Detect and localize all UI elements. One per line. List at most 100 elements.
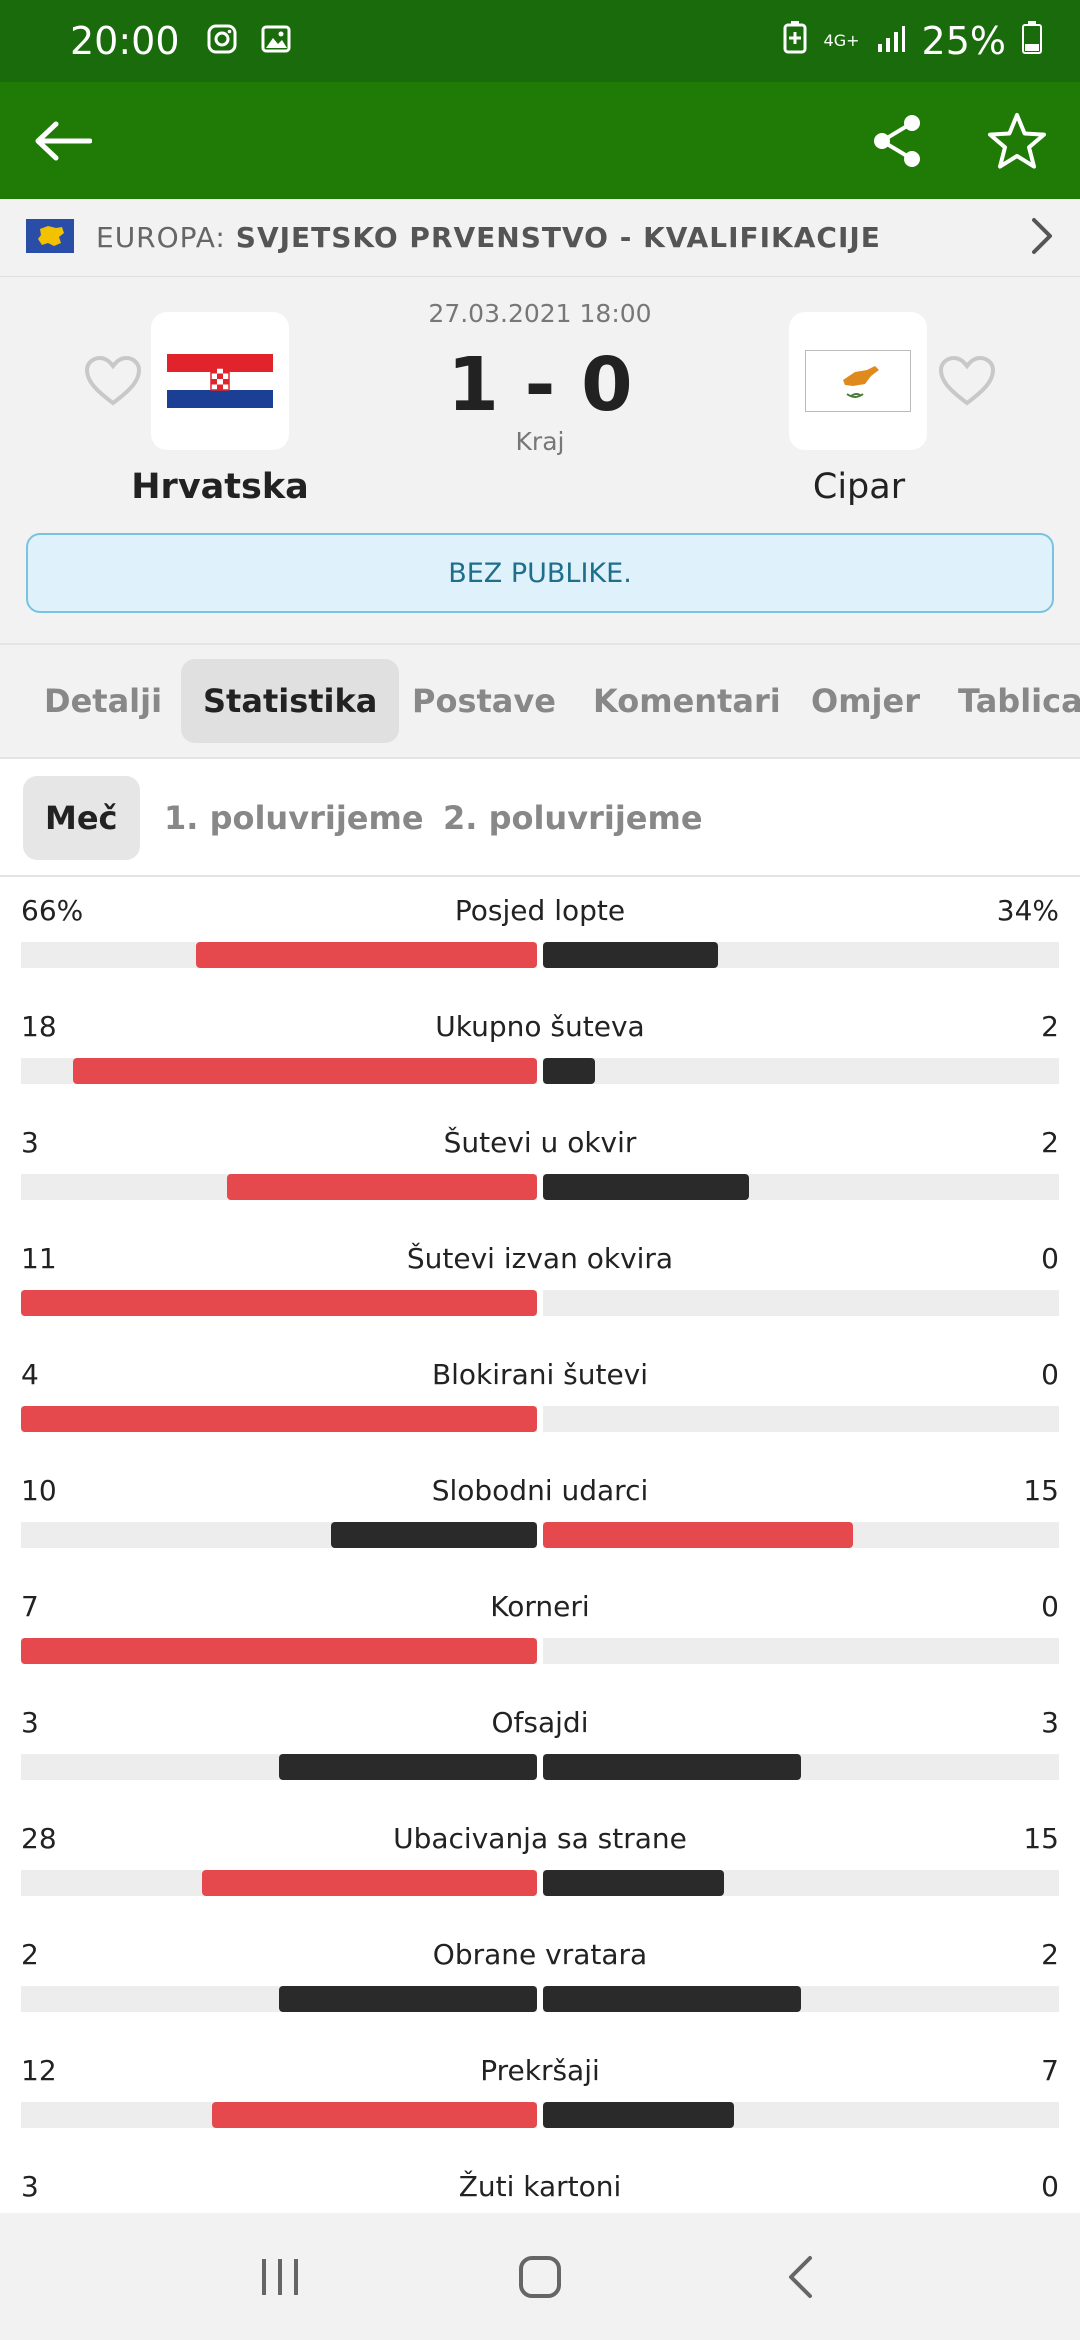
stat-home-value: 3: [21, 2170, 39, 2203]
stat-row: 3 Žuti kartoni 0: [0, 2154, 1080, 2213]
stat-away-bar-track: [543, 1522, 1059, 1548]
chevron-right-icon: [1030, 216, 1054, 260]
stat-row: 28 Ubacivanja sa strane 15: [0, 1806, 1080, 1922]
stat-row: 4 Blokirani šutevi 0: [0, 1342, 1080, 1458]
tab-details[interactable]: Detalji: [22, 659, 184, 743]
stat-row: 66% Posjed lopte 34%: [0, 878, 1080, 994]
stat-home-value: 11: [21, 1242, 57, 1275]
match-score: 1 - 0: [447, 342, 633, 428]
home-icon: [519, 2255, 561, 2298]
stat-label: Ubacivanja sa strane: [393, 1822, 687, 1855]
stat-home-bar: [279, 1986, 537, 2012]
stat-away-bar-track: [543, 1406, 1059, 1432]
battery-percent: 25%: [921, 19, 1006, 63]
back-chevron-icon: [789, 2255, 812, 2298]
stat-home-value: 3: [21, 1126, 39, 1159]
status-bar: 20:00 4G+ 25%: [0, 0, 1080, 82]
stat-home-bar: [202, 1870, 537, 1896]
stat-label: Žuti kartoni: [458, 2170, 622, 2203]
stat-home-value: 10: [21, 1474, 57, 1507]
share-button[interactable]: [862, 106, 932, 176]
tab-lineups[interactable]: Postave: [390, 659, 578, 743]
stat-home-value: 18: [21, 1010, 57, 1043]
stat-home-bar-track: [21, 1406, 537, 1432]
stat-label: Slobodni udarci: [431, 1474, 649, 1507]
subtab-second-half[interactable]: 2. poluvrijeme: [421, 776, 725, 860]
stat-away-bar-track: [543, 1754, 1059, 1780]
stat-label: Šutevi u okvir: [443, 1126, 637, 1159]
stat-away-value: 3: [1041, 1706, 1059, 1739]
star-icon: [988, 112, 1046, 169]
stat-home-bar-track: [21, 942, 537, 968]
stat-row: 3 Šutevi u okvir 2: [0, 1110, 1080, 1226]
stat-row: 2 Obrane vratara 2: [0, 1922, 1080, 2038]
home-team-logo[interactable]: [151, 312, 289, 450]
stat-away-bar-track: [543, 1174, 1059, 1200]
back-button[interactable]: [28, 106, 98, 176]
status-time: 20:00: [70, 19, 180, 63]
tab-table[interactable]: Tablica: [936, 659, 1080, 743]
stat-row: 7 Korneri 0: [0, 1574, 1080, 1690]
favorite-button[interactable]: [982, 106, 1052, 176]
stats-list: 66% Posjed lopte 34% 18 Ukupno šuteva 2 3 Šutev…: [0, 878, 1080, 2213]
app-bar: [0, 82, 1080, 199]
stat-away-value: 15: [1023, 1822, 1059, 1855]
competition-region: EUROPA:: [96, 221, 226, 254]
stat-label: Blokirani šutevi: [431, 1358, 649, 1391]
stat-home-bar: [196, 942, 537, 968]
stat-away-value: 0: [1041, 2170, 1059, 2203]
home-team-name[interactable]: Hrvatska: [100, 467, 340, 507]
stat-away-value: 2: [1041, 1126, 1059, 1159]
system-back-button[interactable]: [755, 2232, 845, 2322]
stat-home-bar-track: [21, 1522, 537, 1548]
tab-odds[interactable]: Omjer: [789, 659, 942, 743]
match-date: 27.03.2021 18:00: [428, 299, 652, 328]
stat-away-bar: [543, 2102, 734, 2128]
stat-away-value: 15: [1023, 1474, 1059, 1507]
stat-label: Obrane vratara: [432, 1938, 648, 1971]
stat-home-bar-track: [21, 1174, 537, 1200]
away-favorite-heart-icon[interactable]: [938, 355, 996, 411]
stat-home-bar-track: [21, 1986, 537, 2012]
arrow-left-icon: [35, 121, 92, 160]
match-header: Hrvatska 27.03.2021 18:00 1 - 0 Kraj Cip…: [0, 277, 1080, 643]
stat-away-value: 0: [1041, 1590, 1059, 1623]
away-team-logo[interactable]: [789, 312, 927, 450]
stat-away-bar: [543, 1754, 801, 1780]
stat-label: Šutevi izvan okvira: [406, 1242, 674, 1275]
home-button[interactable]: [495, 2232, 585, 2322]
stat-home-bar-track: [21, 1290, 537, 1316]
gallery-icon: [260, 23, 292, 59]
tab-statistics[interactable]: Statistika: [181, 659, 400, 743]
europe-flag-icon: [26, 218, 74, 257]
stat-away-bar-track: [543, 942, 1059, 968]
stat-away-bar: [543, 1174, 749, 1200]
croatia-flag-icon: [167, 354, 273, 408]
stat-label: Ofsajdi: [491, 1706, 589, 1739]
stat-row: 3 Ofsajdi 3: [0, 1690, 1080, 1806]
tab-commentary[interactable]: Komentari: [571, 659, 803, 743]
stat-home-value: 12: [21, 2054, 57, 2087]
stat-away-bar-track: [543, 1638, 1059, 1664]
competition-title: SVJETSKO PRVENSTVO - KVALIFIKACIJE: [235, 221, 881, 254]
match-status: Kraj: [515, 427, 565, 456]
recent-apps-button[interactable]: [235, 2232, 325, 2322]
battery-saver-icon: [782, 19, 808, 63]
stat-home-bar-track: [21, 1638, 537, 1664]
stat-label: Posjed lopte: [454, 894, 626, 927]
stat-home-bar-track: [21, 1754, 537, 1780]
share-icon: [874, 114, 920, 167]
subtab-first-half[interactable]: 1. poluvrijeme: [142, 776, 446, 860]
stat-away-bar-track: [543, 1870, 1059, 1896]
home-favorite-heart-icon[interactable]: [84, 355, 142, 411]
stat-home-value: 66%: [21, 894, 84, 927]
stat-away-bar: [543, 1870, 724, 1896]
instagram-icon: [206, 23, 238, 59]
stat-label: Ukupno šuteva: [435, 1010, 645, 1043]
stat-home-bar: [21, 1638, 537, 1664]
competition-row[interactable]: EUROPA: SVJETSKO PRVENSTVO - KVALIFIKACI…: [0, 199, 1080, 277]
subtab-match[interactable]: Meč: [23, 776, 140, 860]
stat-home-bar-track: [21, 1870, 537, 1896]
stat-away-bar: [543, 942, 718, 968]
away-team-name[interactable]: Cipar: [739, 467, 979, 507]
